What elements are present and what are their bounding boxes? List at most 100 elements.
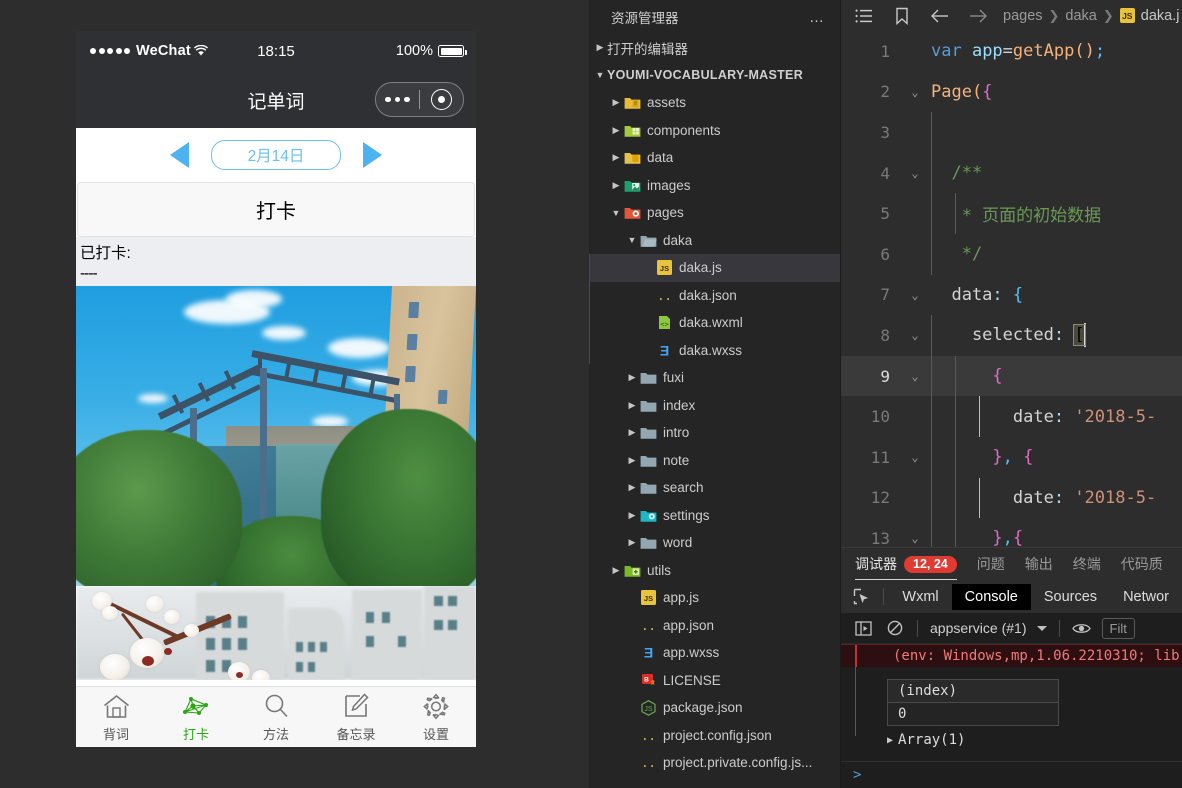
explorer-item-daka[interactable]: ▼ daka xyxy=(589,227,840,255)
close-target-icon[interactable] xyxy=(420,89,463,110)
chevron-right-icon[interactable]: ▶ xyxy=(625,482,639,493)
console-output[interactable]: (env: Windows,mp,1.06.2210310; lib: (ind… xyxy=(841,644,1182,761)
code-line[interactable]: 6 */ xyxy=(841,233,1182,275)
explorer-item-index[interactable]: ▶ index xyxy=(589,392,840,420)
chevron-down-icon[interactable]: ▼ xyxy=(625,235,639,245)
fold-chevron-icon[interactable]: ⌄ xyxy=(903,369,927,383)
explorer-item-images[interactable]: ▶ images xyxy=(589,172,840,200)
explorer-item-assets[interactable]: ▶ assets xyxy=(589,89,840,117)
chevron-right-icon[interactable]: ▶ xyxy=(625,537,639,548)
explorer-item-fuxi[interactable]: ▶ fuxi xyxy=(589,364,840,392)
chevron-right-icon[interactable]: ▶ xyxy=(609,125,623,136)
explorer-open-editors[interactable]: ▶ 打开的编辑器 xyxy=(589,34,840,62)
arrow-left-icon[interactable] xyxy=(921,0,959,31)
eye-icon[interactable] xyxy=(1066,613,1098,643)
chevron-right-icon[interactable]: ▶ xyxy=(625,372,639,383)
debug-tab-4[interactable]: 代码质 xyxy=(1121,548,1163,580)
fold-chevron-icon[interactable]: ⌄ xyxy=(903,450,927,464)
debug-tab-0[interactable]: 调试器 12, 24 xyxy=(855,548,957,580)
chevron-right-icon[interactable]: ▶ xyxy=(609,152,623,163)
devtools-tab-wxml[interactable]: Wxml xyxy=(889,584,951,610)
console-array-entry[interactable]: ▶ Array(1) xyxy=(841,726,1182,748)
explorer-item-app-wxss[interactable]: Ǝapp.wxss xyxy=(589,639,840,667)
explorer-item-daka-wxss[interactable]: Ǝdaka.wxss xyxy=(589,336,840,365)
cursor-select-icon[interactable] xyxy=(847,580,877,613)
checkin-button[interactable]: 打卡 xyxy=(77,182,475,237)
fold-chevron-icon[interactable]: ⌄ xyxy=(903,531,927,545)
explorer-item-project-config-json[interactable]: {..} project.config.json xyxy=(589,722,840,750)
tab-shezhi[interactable]: 设置 xyxy=(396,687,476,747)
console-sidebar-icon[interactable] xyxy=(847,613,879,643)
tab-daka[interactable]: 打卡 xyxy=(156,687,236,747)
photo-plum-blossom[interactable] xyxy=(76,586,476,680)
tab-fangfa[interactable]: 方法 xyxy=(236,687,316,747)
explorer-item-app-js[interactable]: JS app.js xyxy=(589,584,840,612)
explorer-item-settings[interactable]: ▶ settings xyxy=(589,502,840,530)
chevron-right-icon[interactable]: ▶ xyxy=(625,400,639,411)
explorer-item-daka-json[interactable]: {..} daka.json xyxy=(589,281,840,310)
console-context-select[interactable]: appservice (#1) xyxy=(924,620,1053,636)
triangle-left-icon[interactable] xyxy=(170,141,189,168)
arrow-right-icon[interactable] xyxy=(959,0,997,31)
explorer-item-word[interactable]: ▶ word xyxy=(589,529,840,557)
fold-chevron-icon[interactable]: ⌄ xyxy=(903,288,927,302)
breadcrumb-item-pages[interactable]: pages xyxy=(1003,8,1043,24)
code-content[interactable]: 1 var app=getApp(); 2 ⌄ Page({3 4 ⌄ /** 5 * 页面的… xyxy=(841,31,1182,547)
code-line[interactable]: 4 ⌄ /** xyxy=(841,152,1182,194)
console-prompt[interactable]: > xyxy=(841,761,1182,788)
chevron-right-icon[interactable]: ▶ xyxy=(593,42,607,53)
chevron-right-icon[interactable]: ▶ xyxy=(609,565,623,576)
photo-building-glass[interactable] xyxy=(76,286,476,586)
explorer-item-utils[interactable]: ▶ utils xyxy=(589,557,840,585)
explorer-project-root[interactable]: ▼ YOUMI-VOCABULARY-MASTER xyxy=(589,62,840,90)
tab-beiwanglu[interactable]: 备忘录 xyxy=(316,687,396,747)
explorer-item-pages[interactable]: ▼ pages xyxy=(589,199,840,227)
explorer-item-daka-js[interactable]: JS daka.js xyxy=(589,254,840,282)
explorer-item-data[interactable]: ▶ data xyxy=(589,144,840,172)
devtools-tab-sources[interactable]: Sources xyxy=(1031,584,1110,610)
bookmark-icon[interactable] xyxy=(883,0,921,31)
debug-tab-2[interactable]: 输出 xyxy=(1025,548,1053,580)
wechat-capsule-button[interactable] xyxy=(375,82,464,117)
code-line[interactable]: 10 date: '2018-5- xyxy=(841,396,1182,437)
code-line[interactable]: 8 ⌄ selected: [ xyxy=(841,315,1182,356)
debug-tab-3[interactable]: 终端 xyxy=(1073,548,1101,580)
clear-console-icon[interactable] xyxy=(879,613,911,643)
code-line[interactable]: 1 var app=getApp(); xyxy=(841,31,1182,72)
console-filter-input[interactable]: Filt xyxy=(1101,617,1135,639)
code-line[interactable]: 12 date: '2018-5- xyxy=(841,477,1182,519)
fold-chevron-icon[interactable]: ⌄ xyxy=(903,166,927,180)
code-line[interactable]: 2 ⌄ Page({ xyxy=(841,72,1182,113)
explorer-item-search[interactable]: ▶ search xyxy=(589,474,840,502)
fold-chevron-icon[interactable]: ⌄ xyxy=(903,85,927,99)
triangle-right-icon[interactable] xyxy=(363,141,382,168)
explorer-item-intro[interactable]: ▶ intro xyxy=(589,419,840,447)
fold-chevron-icon[interactable]: ⌄ xyxy=(903,328,927,342)
explorer-item-license[interactable]: B LICENSE xyxy=(589,667,840,695)
breadcrumb-item-daka[interactable]: daka xyxy=(1065,8,1096,24)
debug-tab-1[interactable]: 问题 xyxy=(977,548,1005,580)
code-line[interactable]: 3 xyxy=(841,112,1182,153)
explorer-item-project-private-config-js-[interactable]: {..} project.private.config.js... xyxy=(589,749,840,777)
code-line[interactable]: 5 * 页面的初始数据 xyxy=(841,193,1182,234)
explorer-item-app-json[interactable]: {..} app.json xyxy=(589,612,840,640)
explorer-item-daka-wxml[interactable]: <> daka.wxml xyxy=(589,309,840,337)
chevron-right-icon[interactable]: ▶ xyxy=(609,97,623,108)
explorer-item-note[interactable]: ▶ note xyxy=(589,447,840,475)
breadcrumb-item-file[interactable]: daka.j xyxy=(1141,8,1180,24)
menu-dots-icon[interactable] xyxy=(376,96,419,103)
code-line[interactable]: 9 ⌄ { xyxy=(841,355,1182,397)
chevron-down-icon[interactable]: ▼ xyxy=(609,208,623,218)
code-line[interactable]: 7 ⌄ data: { xyxy=(841,275,1182,316)
date-display[interactable]: 2月14日 xyxy=(211,139,341,170)
explorer-item-package-json[interactable]: JS package.json xyxy=(589,694,840,722)
devtools-tab-console[interactable]: Console xyxy=(951,583,1031,610)
chevron-right-icon[interactable]: ▶ xyxy=(887,735,893,746)
code-line[interactable]: 11 ⌄ }, { xyxy=(841,436,1182,478)
code-line[interactable]: 13 ⌄ },{ xyxy=(841,518,1182,547)
explorer-item-components[interactable]: ▶ components xyxy=(589,117,840,145)
ellipsis-icon[interactable]: … xyxy=(809,9,826,26)
chevron-down-icon[interactable]: ▼ xyxy=(593,70,607,80)
chevron-right-icon[interactable]: ▶ xyxy=(625,427,639,438)
chevron-right-icon[interactable]: ▶ xyxy=(609,180,623,191)
